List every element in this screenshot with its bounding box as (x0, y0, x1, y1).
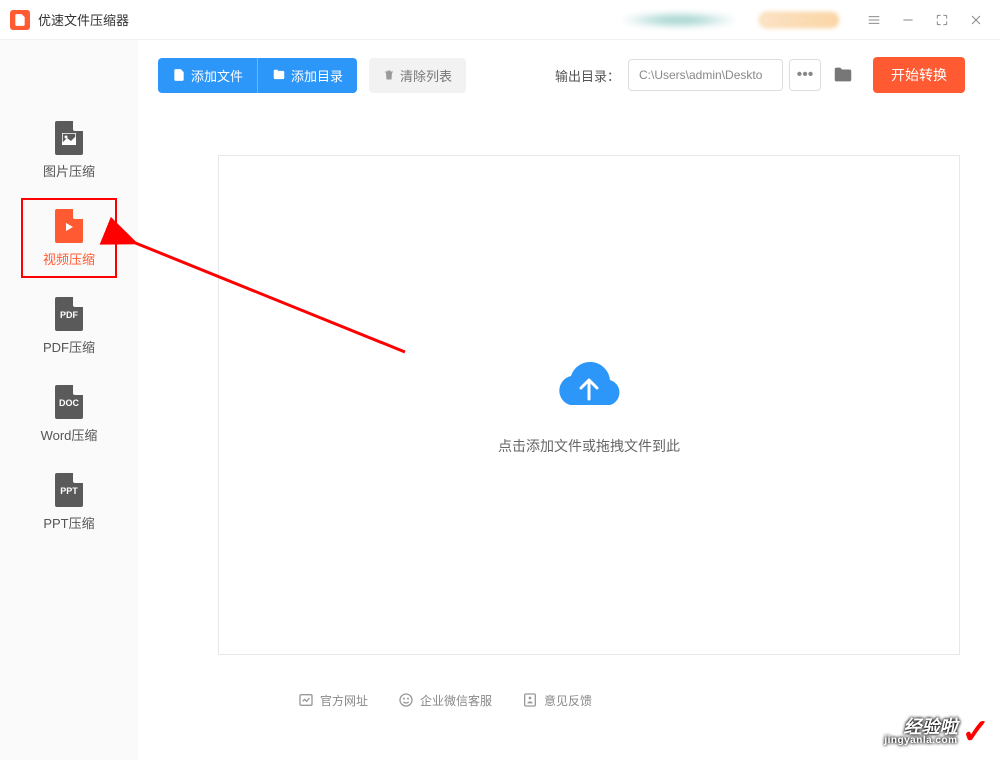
open-folder-button[interactable] (827, 59, 859, 91)
toolbar: 添加文件 添加目录 清除列表 输出目录： C:\Users\admin\Desk… (138, 40, 1000, 110)
sidebar-item-word-compress[interactable]: DOC Word压缩 (21, 374, 117, 454)
sidebar-item-label: PPT压缩 (43, 513, 94, 532)
feedback-link[interactable]: 意见反馈 (522, 692, 592, 709)
sidebar-item-ppt-compress[interactable]: PPT PPT压缩 (21, 462, 117, 542)
footer: 官方网址 企业微信客服 意见反馈 (138, 675, 1000, 725)
sidebar-item-label: Word压缩 (41, 425, 98, 444)
browse-path-button[interactable]: ••• (789, 59, 821, 91)
sidebar-item-pdf-compress[interactable]: PDF PDF压缩 (21, 286, 117, 366)
sidebar: 图片压缩 视频压缩 PDF PDF压缩 DOC Word压缩 PPT PPT压缩 (0, 40, 138, 760)
clear-list-button[interactable]: 清除列表 (369, 58, 466, 93)
minimize-button[interactable] (894, 6, 922, 34)
add-file-button[interactable]: 添加文件 (158, 58, 257, 93)
add-folder-button[interactable]: 添加目录 (257, 58, 357, 93)
titlebar: 优速文件压缩器 (0, 0, 1000, 40)
sidebar-item-image-compress[interactable]: 图片压缩 (21, 110, 117, 190)
clear-list-label: 清除列表 (400, 66, 452, 85)
drop-zone[interactable]: 点击添加文件或拖拽文件到此 (218, 155, 960, 655)
redacted-region (619, 11, 739, 29)
app-logo (10, 10, 30, 30)
add-folder-label: 添加目录 (291, 66, 343, 85)
sidebar-item-label: 图片压缩 (43, 161, 95, 180)
wechat-support-link[interactable]: 企业微信客服 (398, 692, 492, 709)
start-convert-button[interactable]: 开始转换 (873, 57, 965, 93)
close-button[interactable] (962, 6, 990, 34)
cloud-upload-icon (550, 355, 628, 418)
drop-zone-text: 点击添加文件或拖拽文件到此 (498, 436, 680, 456)
official-site-link[interactable]: 官方网址 (298, 692, 368, 709)
redacted-region (759, 12, 839, 28)
menu-button[interactable] (860, 6, 888, 34)
sidebar-item-label: 视频压缩 (43, 249, 95, 268)
footer-label: 意见反馈 (544, 692, 592, 709)
maximize-button[interactable] (928, 6, 956, 34)
footer-label: 官方网址 (320, 692, 368, 709)
app-title: 优速文件压缩器 (38, 10, 129, 29)
sidebar-item-label: PDF压缩 (43, 337, 95, 356)
output-dir-label: 输出目录： (555, 66, 620, 85)
footer-label: 企业微信客服 (420, 692, 492, 709)
output-path-field[interactable]: C:\Users\admin\Deskto (628, 59, 783, 91)
sidebar-item-video-compress[interactable]: 视频压缩 (21, 198, 117, 278)
add-file-label: 添加文件 (191, 66, 243, 85)
